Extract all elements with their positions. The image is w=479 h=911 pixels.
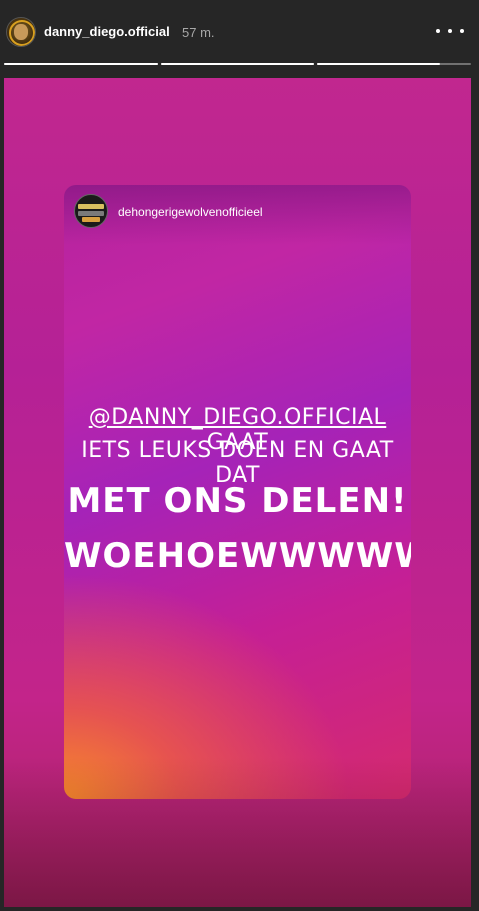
dot <box>436 29 440 33</box>
logo-bar <box>78 211 104 216</box>
story-header: danny_diego.official 57 m. <box>0 0 479 78</box>
story-content[interactable]: dehongerigewolvenofficieel @DANNY_DIEGO.… <box>4 78 471 907</box>
story-text-line-4: WOEHOEWWWWW <box>64 536 411 576</box>
timestamp-label: 57 m. <box>182 25 215 40</box>
progress-fill <box>160 63 315 65</box>
progress-fill <box>4 63 158 65</box>
progress-fill <box>317 63 441 65</box>
mention-link[interactable]: @DANNY_DIEGO.OFFICIAL <box>89 405 387 430</box>
logo-bar <box>82 217 100 222</box>
username-label[interactable]: danny_diego.official <box>44 24 170 39</box>
dot <box>460 29 464 33</box>
reposted-story-card[interactable]: dehongerigewolvenofficieel @DANNY_DIEGO.… <box>64 185 411 799</box>
card-handle-label[interactable]: dehongerigewolvenofficieel <box>118 205 263 219</box>
progress-segment <box>4 63 158 65</box>
profile-avatar[interactable] <box>6 17 36 47</box>
more-horizontal-icon[interactable] <box>436 20 464 42</box>
progress-segment <box>317 63 472 65</box>
dot <box>448 29 452 33</box>
progress-segment <box>160 63 315 65</box>
card-avatar[interactable] <box>74 194 108 228</box>
story-text-line-3: MET ONS DELEN! <box>67 481 408 521</box>
story-viewer: danny_diego.official 57 m. dehongerigewo… <box>0 0 479 911</box>
logo-bar <box>78 204 104 209</box>
avatar-face <box>14 24 28 40</box>
story-progress-bar <box>4 63 472 66</box>
